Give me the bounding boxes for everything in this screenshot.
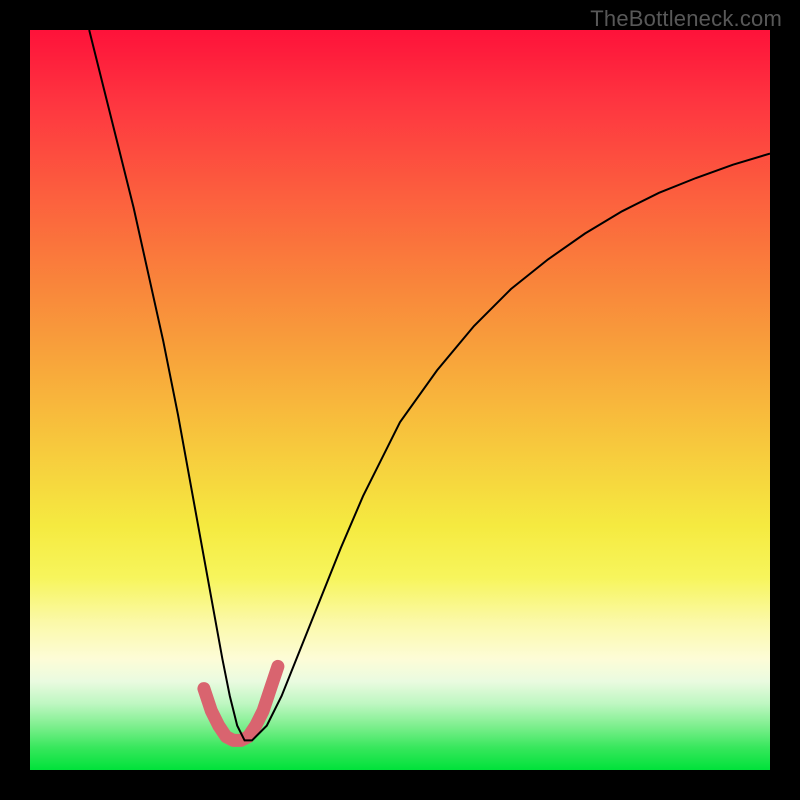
curve-layer: [30, 30, 770, 770]
watermark-text: TheBottleneck.com: [590, 6, 782, 32]
chart-frame: TheBottleneck.com: [0, 0, 800, 800]
bottleneck-curve: [89, 30, 770, 740]
bottom-highlight: [204, 666, 278, 740]
plot-area: [30, 30, 770, 770]
